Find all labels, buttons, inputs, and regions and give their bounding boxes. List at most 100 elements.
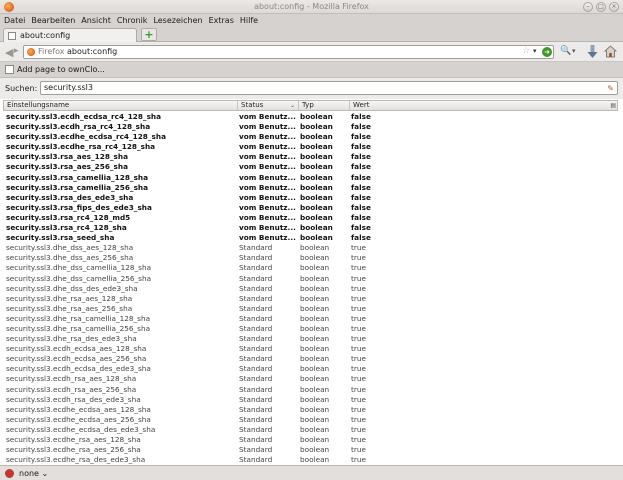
pref-value: true <box>351 394 366 404</box>
table-row[interactable]: security.ssl3.rsa_camellia_256_sha vom Be… <box>3 183 618 193</box>
close-button[interactable]: × <box>609 2 619 12</box>
menu-datei[interactable]: Datei <box>4 14 25 27</box>
site-identity[interactable]: Firefox <box>38 47 64 56</box>
table-row[interactable]: security.ssl3.rsa_aes_256_sha vom Benutz.… <box>3 162 618 172</box>
forward-arrow-icon[interactable]: ▸ <box>14 46 19 56</box>
pref-status: Standard <box>239 293 273 303</box>
pref-name: security.ssl3.rsa_aes_128_sha <box>6 152 129 162</box>
pref-status: Standard <box>239 323 273 333</box>
back-arrow-icon[interactable]: ◀ <box>5 46 13 59</box>
table-row[interactable]: security.ssl3.ecdh_ecdsa_rc4_128_sha vom … <box>3 112 618 122</box>
table-row[interactable]: security.ssl3.rsa_rc4_128_md5 vom Benutz.… <box>3 213 618 223</box>
menu-ansicht[interactable]: Ansicht <box>81 14 111 27</box>
column-header-status-label: Status <box>241 101 264 109</box>
pref-value: true <box>351 354 366 364</box>
pref-type: boolean <box>300 122 333 132</box>
table-row[interactable]: security.ssl3.rsa_des_ede3_sha vom Benutz… <box>3 193 618 203</box>
url-text[interactable]: about:config <box>67 47 117 56</box>
pref-name: security.ssl3.ecdhe_rsa_rc4_128_sha <box>6 142 156 152</box>
table-row[interactable]: security.ssl3.rsa_fips_des_ede3_sha vom B… <box>3 203 618 213</box>
table-row[interactable]: security.ssl3.dhe_dss_camellia_256_sha St… <box>3 274 618 284</box>
url-bar[interactable]: Firefox about:config ☆ ▾ ➜ <box>23 45 554 59</box>
maximize-button[interactable]: □ <box>596 2 606 12</box>
table-row[interactable]: security.ssl3.ecdh_rsa_des_ede3_sha Stand… <box>3 395 618 405</box>
table-row[interactable]: security.ssl3.dhe_dss_aes_256_sha Standar… <box>3 253 618 263</box>
table-row[interactable]: security.ssl3.ecdh_rsa_aes_256_sha Standa… <box>3 385 618 395</box>
pref-status: vom Benutz... <box>239 162 296 172</box>
pref-name: security.ssl3.ecdh_rsa_aes_256_sha <box>6 384 137 394</box>
table-row[interactable]: security.ssl3.dhe_rsa_camellia_128_sha St… <box>3 314 618 324</box>
menu-lesezeichen[interactable]: Lesezeichen <box>153 14 202 27</box>
tab-about-config[interactable]: about:config <box>3 28 137 42</box>
menu-bearbeiten[interactable]: Bearbeiten <box>31 14 75 27</box>
pref-name: security.ssl3.ecdh_rsa_aes_128_sha <box>6 374 137 384</box>
chevron-down-icon[interactable]: ▾ <box>572 47 576 55</box>
table-row[interactable]: security.ssl3.dhe_rsa_des_ede3_sha Standa… <box>3 334 618 344</box>
table-row[interactable]: security.ssl3.dhe_rsa_camellia_256_sha St… <box>3 324 618 334</box>
table-row[interactable]: security.ssl3.ecdhe_ecdsa_rc4_128_sha vom… <box>3 132 618 142</box>
pref-type: boolean <box>300 384 330 394</box>
table-row[interactable]: security.ssl3.dhe_dss_des_ede3_sha Standa… <box>3 284 618 294</box>
table-row[interactable]: security.ssl3.dhe_dss_aes_128_sha Standar… <box>3 243 618 253</box>
table-row[interactable]: security.ssl3.ecdhe_ecdsa_des_ede3_sha St… <box>3 425 618 435</box>
column-header-status[interactable]: Status ⌄ <box>238 101 299 110</box>
pref-name: security.ssl3.ecdhe_ecdsa_aes_128_sha <box>6 404 151 414</box>
table-row[interactable]: security.ssl3.ecdh_rsa_aes_128_sha Standa… <box>3 374 618 384</box>
column-picker-icon[interactable]: ▤ <box>610 102 616 109</box>
menu-extras[interactable]: Extras <box>209 14 234 27</box>
clear-search-icon[interactable]: ✎ <box>607 83 614 95</box>
table-row[interactable]: security.ssl3.rsa_rc4_128_sha vom Benutz.… <box>3 223 618 233</box>
chevron-down-icon[interactable]: ▾ <box>533 47 537 55</box>
pref-value: false <box>351 233 371 243</box>
pref-type: boolean <box>300 455 330 465</box>
pref-value: true <box>351 263 366 273</box>
table-row[interactable]: security.ssl3.ecdhe_rsa_des_ede3_sha Stan… <box>3 455 618 465</box>
pref-name: security.ssl3.rsa_des_ede3_sha <box>6 192 134 202</box>
menu-chronik[interactable]: Chronik <box>117 14 148 27</box>
table-row[interactable]: security.ssl3.ecdh_ecdsa_des_ede3_sha Sta… <box>3 364 618 374</box>
column-header-type[interactable]: Typ <box>299 101 350 110</box>
status-label[interactable]: none ⌄ <box>19 469 48 478</box>
star-icon[interactable]: ☆ <box>522 46 530 56</box>
pref-type: boolean <box>300 424 330 434</box>
table-row[interactable]: security.ssl3.dhe_dss_camellia_128_sha St… <box>3 263 618 273</box>
pref-value: true <box>351 283 366 293</box>
table-row[interactable]: security.ssl3.ecdhe_rsa_aes_256_sha Stand… <box>3 445 618 455</box>
pref-status: Standard <box>239 424 273 434</box>
table-row[interactable]: security.ssl3.rsa_aes_128_sha vom Benutz.… <box>3 152 618 162</box>
table-row[interactable]: security.ssl3.dhe_rsa_aes_256_sha Standar… <box>3 304 618 314</box>
table-row[interactable]: security.ssl3.ecdh_ecdsa_aes_128_sha Stan… <box>3 344 618 354</box>
pref-type: boolean <box>300 293 330 303</box>
pref-value: true <box>351 273 366 283</box>
table-row[interactable]: security.ssl3.rsa_seed_sha vom Benutz... b… <box>3 233 618 243</box>
go-arrow-icon[interactable]: ➜ <box>542 47 552 57</box>
table-row[interactable]: security.ssl3.rsa_camellia_128_sha vom Be… <box>3 173 618 183</box>
pref-name: security.ssl3.rsa_camellia_256_sha <box>6 182 149 192</box>
column-header-name[interactable]: Einstellungsname <box>4 101 238 110</box>
home-icon[interactable] <box>604 45 617 58</box>
search-input[interactable]: security.ssl3 ✎ <box>40 81 618 95</box>
download-icon[interactable] <box>587 44 598 59</box>
menu-hilfe[interactable]: Hilfe <box>240 14 258 27</box>
pref-name: security.ssl3.rsa_camellia_128_sha <box>6 172 149 182</box>
addon-icon[interactable] <box>5 469 14 478</box>
pref-status: Standard <box>239 414 273 424</box>
pref-status: vom Benutz... <box>239 182 296 192</box>
pref-type: boolean <box>300 435 330 444</box>
table-row[interactable]: security.ssl3.ecdhe_ecdsa_aes_128_sha Sta… <box>3 405 618 415</box>
table-row[interactable]: security.ssl3.ecdh_rsa_rc4_128_sha vom Be… <box>3 122 618 132</box>
page-icon <box>5 65 14 74</box>
table-row[interactable]: security.ssl3.ecdhe_rsa_aes_128_sha Stand… <box>3 435 618 445</box>
search-engine-icon[interactable]: 🔍 <box>560 46 571 56</box>
table-row[interactable]: security.ssl3.ecdhe_ecdsa_aes_256_sha Sta… <box>3 415 618 425</box>
table-row[interactable]: security.ssl3.dhe_rsa_aes_128_sha Standar… <box>3 294 618 304</box>
pref-value: false <box>351 192 371 202</box>
pref-value: true <box>351 374 366 384</box>
table-row[interactable]: security.ssl3.ecdh_ecdsa_aes_256_sha Stan… <box>3 354 618 364</box>
new-tab-button[interactable]: + <box>141 28 157 41</box>
minimize-button[interactable]: – <box>583 2 593 12</box>
column-header-value[interactable]: Wert <box>350 101 606 110</box>
pref-type: boolean <box>300 172 333 182</box>
table-row[interactable]: security.ssl3.ecdhe_rsa_rc4_128_sha vom B… <box>3 142 618 152</box>
pref-value: true <box>351 334 366 344</box>
